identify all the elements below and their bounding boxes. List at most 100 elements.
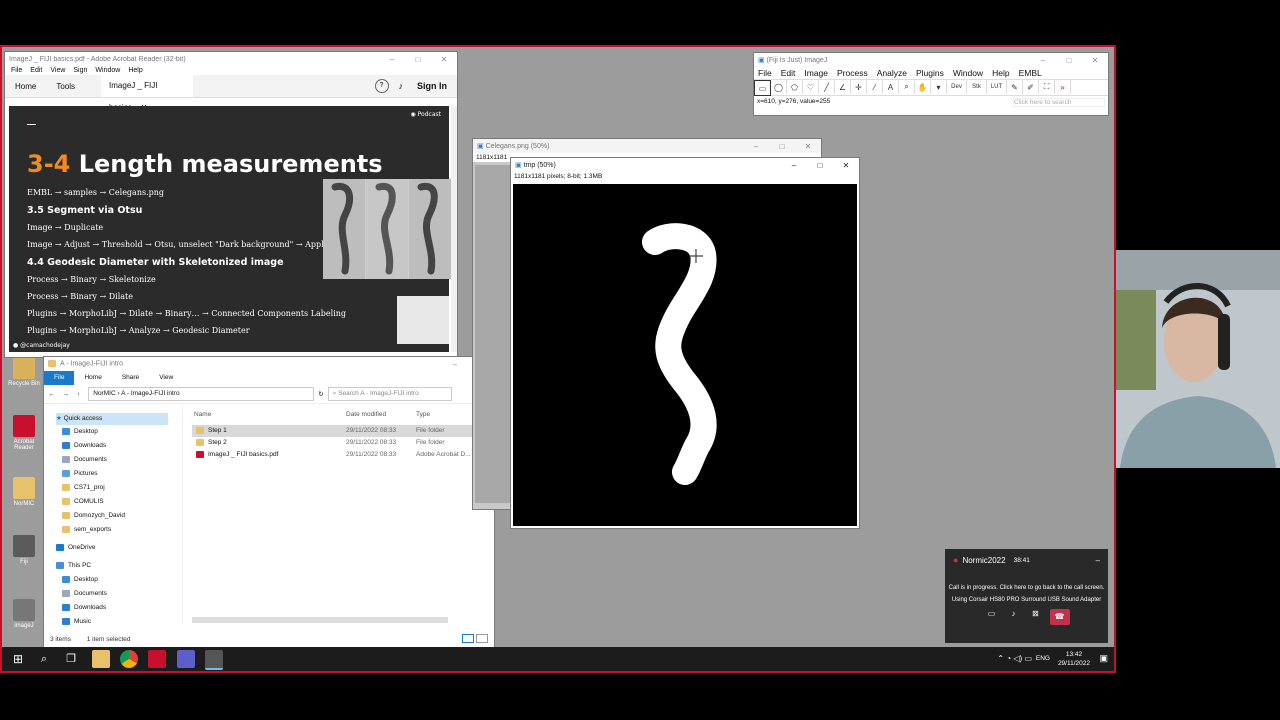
- rectangle-tool-icon[interactable]: ▭: [754, 80, 771, 96]
- nav-desktop[interactable]: Desktop: [62, 426, 98, 438]
- more-tools-icon[interactable]: »: [1055, 80, 1071, 94]
- ribbon-view[interactable]: View: [149, 371, 183, 385]
- celegans-titlebar[interactable]: ▣ Celegans.png (50%) – □ ✕: [473, 139, 821, 153]
- search-icon[interactable]: ⌕: [35, 650, 53, 668]
- minimize-icon[interactable]: –: [743, 142, 769, 151]
- oval-tool-icon[interactable]: ◯: [771, 80, 787, 94]
- menu-edit[interactable]: Edit: [30, 67, 42, 74]
- fiji-titlebar[interactable]: ▣ (Fiji Is Just) ImageJ – □ ✕: [754, 53, 1108, 67]
- angle-tool-icon[interactable]: ∠: [835, 80, 851, 94]
- address-path[interactable]: NorMIC › A - ImageJ-FIJI intro: [88, 387, 315, 401]
- nav-pc-desktop[interactable]: Desktop: [62, 574, 98, 586]
- dropper-tool-icon[interactable]: ▾: [931, 80, 947, 94]
- tray-icons[interactable]: ⌃ ◔ ◁) ▭: [997, 654, 1032, 663]
- hand-tool-icon[interactable]: ✋: [915, 80, 931, 94]
- ribbon-home[interactable]: Home: [74, 371, 111, 385]
- fiji-menu-file[interactable]: File: [758, 68, 772, 78]
- dev-tool-icon[interactable]: Dev: [947, 80, 967, 94]
- close-icon[interactable]: ✕: [795, 142, 821, 151]
- nav-onedrive[interactable]: OneDrive: [56, 542, 95, 554]
- help-icon[interactable]: ?: [374, 79, 389, 93]
- bell-icon[interactable]: ♪: [399, 81, 404, 91]
- chrome-icon[interactable]: [120, 650, 138, 668]
- table-row[interactable]: ImageJ _ FIJI basics.pdf: [196, 449, 278, 461]
- fiji-taskbar-icon[interactable]: [205, 650, 223, 670]
- up-arrow-icon[interactable]: ↑: [73, 391, 84, 398]
- stack-tool-icon[interactable]: Stk: [967, 80, 987, 94]
- maximize-icon[interactable]: □: [807, 161, 833, 170]
- nav-pc-documents[interactable]: Documents: [62, 588, 107, 600]
- explorer-window[interactable]: A - ImageJ-FIJI intro – □ File Home Shar…: [44, 357, 494, 647]
- horizontal-scrollbar[interactable]: [192, 617, 448, 623]
- nav-domozych[interactable]: Domozych_David: [62, 510, 125, 522]
- fiji-window[interactable]: ▣ (Fiji Is Just) ImageJ – □ ✕ File Edit …: [754, 53, 1108, 115]
- maximize-icon[interactable]: □: [1056, 56, 1082, 65]
- menu-sign[interactable]: Sign: [73, 67, 87, 74]
- teams-icon[interactable]: [177, 650, 195, 668]
- fiji-menu-edit[interactable]: Edit: [781, 68, 796, 78]
- tray-clock[interactable]: 13:42 29/11/2022: [1058, 650, 1090, 668]
- point-tool-icon[interactable]: ✛: [851, 80, 867, 94]
- fiji-menu-embl[interactable]: EMBL: [1019, 68, 1042, 78]
- share-screen-icon[interactable]: ⊠: [1028, 609, 1044, 623]
- freehand-tool-icon[interactable]: ♡: [803, 80, 819, 94]
- menu-window[interactable]: Window: [95, 67, 120, 74]
- explorer-titlebar[interactable]: A - ImageJ-FIJI intro – □: [44, 357, 494, 371]
- flood-fill-tool-icon[interactable]: ⛶: [1039, 80, 1055, 94]
- column-type[interactable]: Type: [416, 409, 430, 421]
- fiji-menu-window[interactable]: Window: [953, 68, 983, 78]
- fiji-search-input[interactable]: Click here to search: [1013, 98, 1105, 107]
- ribbon-share[interactable]: Share: [112, 371, 149, 385]
- close-icon[interactable]: ✕: [431, 55, 457, 64]
- column-date[interactable]: Date modified: [346, 409, 386, 421]
- text-tool-icon[interactable]: A: [883, 80, 899, 94]
- tray-lang[interactable]: ENG: [1036, 655, 1050, 662]
- details-view-icon[interactable]: [462, 634, 474, 643]
- celegans-canvas[interactable]: [475, 165, 511, 503]
- sign-in-button[interactable]: Sign In: [417, 81, 457, 91]
- desktop-icon-normic[interactable]: NorMIC: [6, 477, 42, 507]
- fiji-menu-image[interactable]: Image: [804, 68, 828, 78]
- acrobat-scrollbar[interactable]: [451, 106, 457, 352]
- nav-quick-access[interactable]: ★ Quick access: [56, 413, 168, 425]
- close-icon[interactable]: ✕: [833, 161, 859, 170]
- column-name[interactable]: Name: [194, 409, 211, 421]
- menu-help[interactable]: Help: [128, 67, 142, 74]
- desktop-icon-imagej[interactable]: imageJ: [6, 599, 42, 629]
- fiji-menu-analyze[interactable]: Analyze: [877, 68, 907, 78]
- refresh-icon[interactable]: ↻: [314, 390, 327, 398]
- acrobat-window[interactable]: ImageJ _ FIJI basics.pdf - Adobe Acrobat…: [5, 52, 457, 357]
- magnifier-tool-icon[interactable]: ⌕: [899, 80, 915, 94]
- desktop-icon-recycle[interactable]: Recycle Bin: [6, 357, 42, 387]
- nav-pc-music[interactable]: Music: [62, 616, 91, 628]
- forward-arrow-icon[interactable]: →: [59, 391, 74, 398]
- explorer-search-input[interactable]: ⌕ Search A - ImageJ-FIJI intro: [327, 387, 452, 401]
- close-icon[interactable]: ✕: [1082, 56, 1108, 65]
- tmp-titlebar[interactable]: ▣ tmp (50%) – □ ✕: [511, 158, 859, 172]
- camera-icon[interactable]: ▭: [984, 609, 1000, 623]
- tab-document[interactable]: ImageJ _ FIJI basics... ✕: [101, 75, 194, 112]
- nav-sem-exports[interactable]: sem_exports: [62, 524, 111, 536]
- nav-this-pc[interactable]: This PC: [56, 560, 91, 572]
- file-explorer-icon[interactable]: [92, 650, 110, 668]
- fiji-menu-process[interactable]: Process: [837, 68, 868, 78]
- call-notification[interactable]: ● Normic2022 38:41 – Call is in progress…: [945, 549, 1108, 643]
- ribbon-file[interactable]: File: [44, 371, 75, 385]
- nav-comulis[interactable]: COMULIS: [62, 496, 104, 508]
- acrobat-taskbar-icon[interactable]: [148, 650, 166, 668]
- tiles-view-icon[interactable]: [476, 634, 488, 643]
- tab-tools[interactable]: Tools: [46, 82, 85, 91]
- fiji-menu-plugins[interactable]: Plugins: [916, 68, 944, 78]
- nav-pictures[interactable]: Pictures: [62, 468, 97, 480]
- minimize-icon[interactable]: –: [1030, 56, 1056, 65]
- end-call-icon[interactable]: ☎: [1049, 609, 1070, 625]
- nav-downloads[interactable]: Downloads: [62, 440, 106, 452]
- minimize-icon[interactable]: –: [1096, 556, 1100, 565]
- maximize-icon[interactable]: □: [405, 55, 431, 64]
- table-row[interactable]: Step 2: [196, 437, 227, 449]
- microphone-icon[interactable]: ♪: [1006, 609, 1022, 623]
- minimize-icon[interactable]: –: [781, 161, 807, 170]
- back-arrow-icon[interactable]: ←: [44, 391, 59, 398]
- minimize-icon[interactable]: –: [379, 55, 405, 64]
- maximize-icon[interactable]: □: [769, 142, 795, 151]
